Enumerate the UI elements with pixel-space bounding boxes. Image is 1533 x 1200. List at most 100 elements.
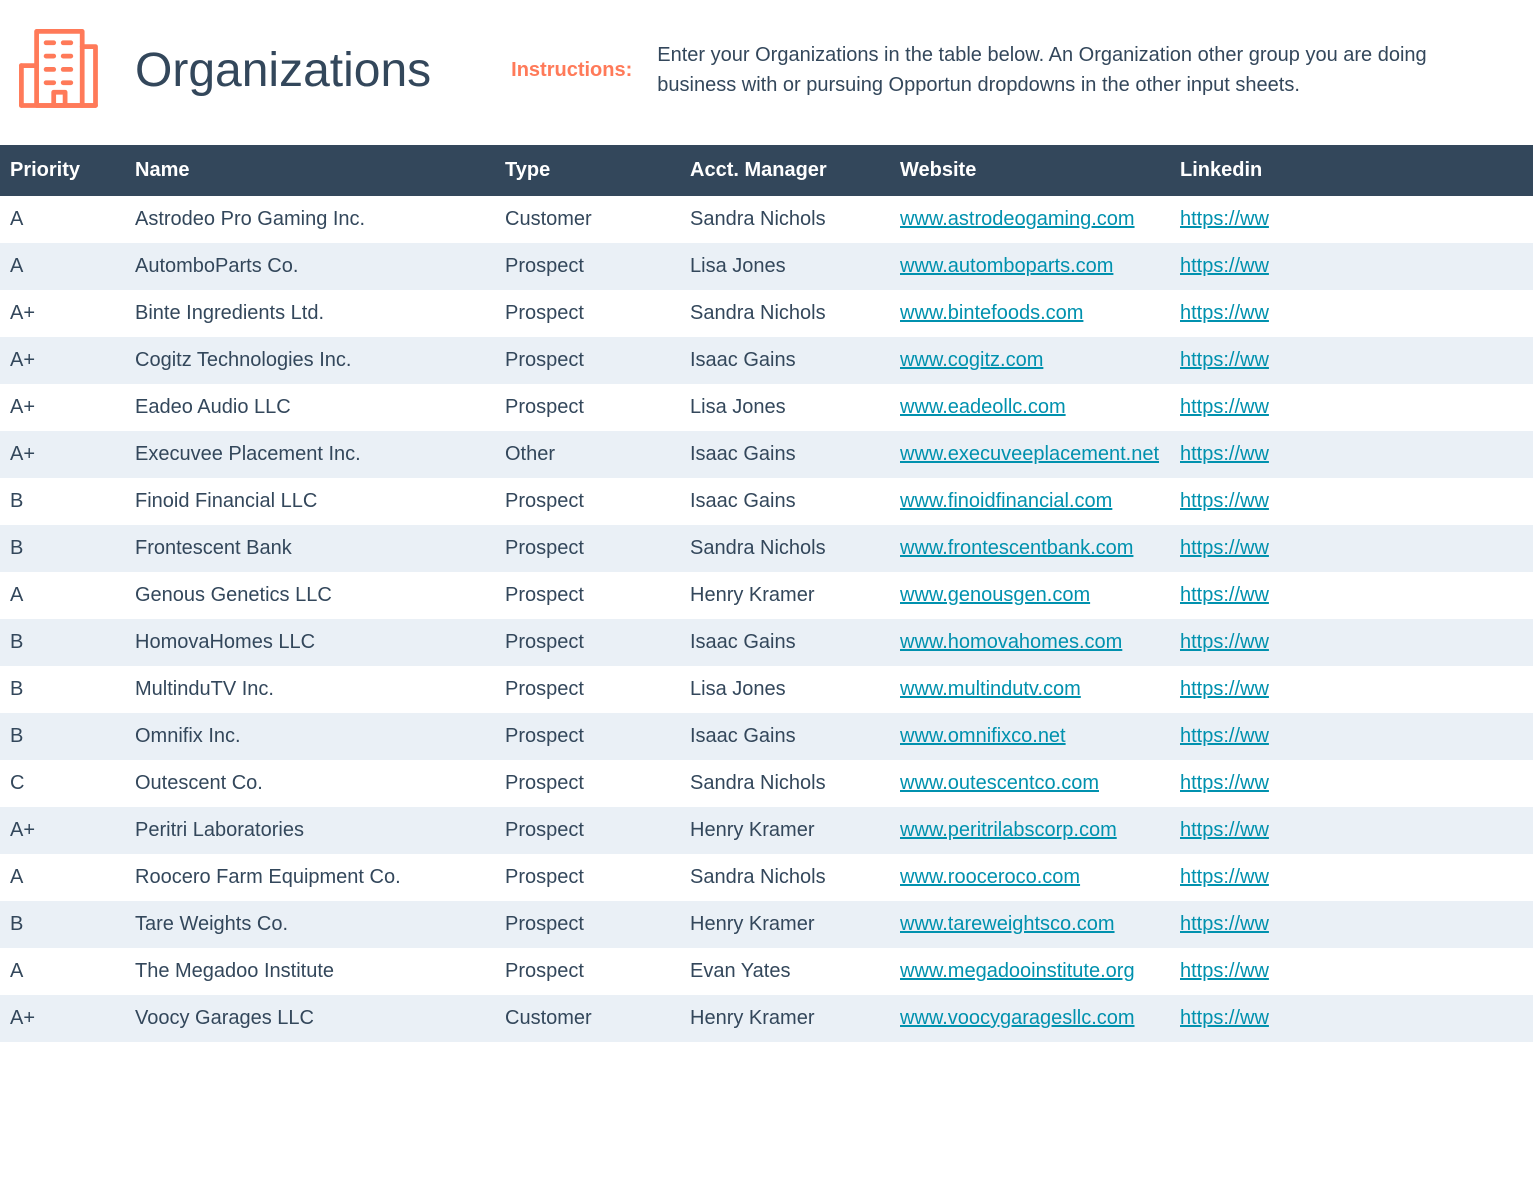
cell-website-link[interactable]: www.genousgen.com — [900, 584, 1090, 606]
cell-linkedin[interactable]: https://ww — [1170, 243, 1533, 290]
cell-linkedin-link[interactable]: https://ww — [1180, 302, 1269, 324]
col-header-linkedin[interactable]: Linkedin — [1170, 145, 1533, 196]
table-row[interactable]: AThe Megadoo InstituteProspectEvan Yates… — [0, 948, 1533, 995]
cell-website-link[interactable]: www.rooceroco.com — [900, 866, 1080, 888]
cell-name[interactable]: MultinduTV Inc. — [125, 666, 495, 713]
cell-priority[interactable]: A+ — [0, 431, 125, 478]
cell-type[interactable]: Prospect — [495, 243, 680, 290]
cell-name[interactable]: Finoid Financial LLC — [125, 478, 495, 525]
cell-website[interactable]: www.homovahomes.com — [890, 619, 1170, 666]
cell-website[interactable]: www.rooceroco.com — [890, 854, 1170, 901]
cell-website[interactable]: www.tareweightsco.com — [890, 901, 1170, 948]
cell-manager[interactable]: Henry Kramer — [680, 807, 890, 854]
cell-name[interactable]: AutomboParts Co. — [125, 243, 495, 290]
cell-priority[interactable]: A+ — [0, 995, 125, 1042]
cell-manager[interactable]: Henry Kramer — [680, 901, 890, 948]
cell-website-link[interactable]: www.homovahomes.com — [900, 631, 1122, 653]
cell-type[interactable]: Prospect — [495, 666, 680, 713]
cell-name[interactable]: Tare Weights Co. — [125, 901, 495, 948]
cell-type[interactable]: Prospect — [495, 760, 680, 807]
cell-manager[interactable]: Henry Kramer — [680, 995, 890, 1042]
cell-linkedin[interactable]: https://ww — [1170, 572, 1533, 619]
cell-linkedin-link[interactable]: https://ww — [1180, 960, 1269, 982]
cell-name[interactable]: Roocero Farm Equipment Co. — [125, 854, 495, 901]
cell-website[interactable]: www.automboparts.com — [890, 243, 1170, 290]
table-row[interactable]: BHomovaHomes LLCProspectIsaac Gainswww.h… — [0, 619, 1533, 666]
cell-type[interactable]: Prospect — [495, 384, 680, 431]
cell-linkedin[interactable]: https://ww — [1170, 478, 1533, 525]
cell-priority[interactable]: A+ — [0, 384, 125, 431]
cell-manager[interactable]: Isaac Gains — [680, 337, 890, 384]
cell-type[interactable]: Customer — [495, 196, 680, 243]
cell-name[interactable]: Outescent Co. — [125, 760, 495, 807]
cell-website-link[interactable]: www.frontescentbank.com — [900, 537, 1133, 559]
cell-website-link[interactable]: www.finoidfinancial.com — [900, 490, 1112, 512]
cell-manager[interactable]: Lisa Jones — [680, 384, 890, 431]
cell-type[interactable]: Prospect — [495, 854, 680, 901]
cell-website-link[interactable]: www.astrodeogaming.com — [900, 208, 1135, 230]
cell-name[interactable]: HomovaHomes LLC — [125, 619, 495, 666]
cell-linkedin-link[interactable]: https://ww — [1180, 1007, 1269, 1029]
cell-linkedin-link[interactable]: https://ww — [1180, 819, 1269, 841]
cell-type[interactable]: Prospect — [495, 619, 680, 666]
cell-linkedin[interactable]: https://ww — [1170, 948, 1533, 995]
cell-manager[interactable]: Lisa Jones — [680, 243, 890, 290]
cell-name[interactable]: Voocy Garages LLC — [125, 995, 495, 1042]
cell-linkedin[interactable]: https://ww — [1170, 619, 1533, 666]
cell-type[interactable]: Prospect — [495, 290, 680, 337]
cell-linkedin[interactable]: https://ww — [1170, 525, 1533, 572]
cell-website-link[interactable]: www.eadeollc.com — [900, 396, 1066, 418]
cell-website[interactable]: www.bintefoods.com — [890, 290, 1170, 337]
cell-website-link[interactable]: www.tareweightsco.com — [900, 913, 1115, 935]
cell-priority[interactable]: B — [0, 619, 125, 666]
cell-name[interactable]: Cogitz Technologies Inc. — [125, 337, 495, 384]
cell-linkedin-link[interactable]: https://ww — [1180, 396, 1269, 418]
cell-type[interactable]: Prospect — [495, 713, 680, 760]
cell-name[interactable]: Genous Genetics LLC — [125, 572, 495, 619]
cell-website-link[interactable]: www.omnifixco.net — [900, 725, 1066, 747]
cell-type[interactable]: Prospect — [495, 807, 680, 854]
table-row[interactable]: A+Binte Ingredients Ltd.ProspectSandra N… — [0, 290, 1533, 337]
cell-name[interactable]: Omnifix Inc. — [125, 713, 495, 760]
cell-manager[interactable]: Sandra Nichols — [680, 525, 890, 572]
table-row[interactable]: A+Voocy Garages LLCCustomerHenry Kramerw… — [0, 995, 1533, 1042]
cell-linkedin-link[interactable]: https://ww — [1180, 349, 1269, 371]
cell-website-link[interactable]: www.megadooinstitute.org — [900, 960, 1135, 982]
cell-type[interactable]: Other — [495, 431, 680, 478]
cell-linkedin[interactable]: https://ww — [1170, 854, 1533, 901]
cell-linkedin[interactable]: https://ww — [1170, 384, 1533, 431]
cell-linkedin-link[interactable]: https://ww — [1180, 490, 1269, 512]
cell-name[interactable]: Binte Ingredients Ltd. — [125, 290, 495, 337]
cell-linkedin-link[interactable]: https://ww — [1180, 208, 1269, 230]
cell-linkedin[interactable]: https://ww — [1170, 666, 1533, 713]
cell-linkedin[interactable]: https://ww — [1170, 760, 1533, 807]
cell-linkedin[interactable]: https://ww — [1170, 713, 1533, 760]
cell-priority[interactable]: A — [0, 196, 125, 243]
cell-manager[interactable]: Sandra Nichols — [680, 290, 890, 337]
cell-priority[interactable]: B — [0, 478, 125, 525]
cell-priority[interactable]: A — [0, 854, 125, 901]
table-row[interactable]: A+Peritri LaboratoriesProspectHenry Kram… — [0, 807, 1533, 854]
col-header-priority[interactable]: Priority — [0, 145, 125, 196]
cell-website-link[interactable]: www.automboparts.com — [900, 255, 1113, 277]
cell-manager[interactable]: Sandra Nichols — [680, 196, 890, 243]
cell-type[interactable]: Prospect — [495, 948, 680, 995]
cell-linkedin-link[interactable]: https://ww — [1180, 584, 1269, 606]
col-header-manager[interactable]: Acct. Manager — [680, 145, 890, 196]
cell-priority[interactable]: A — [0, 243, 125, 290]
cell-linkedin[interactable]: https://ww — [1170, 290, 1533, 337]
table-row[interactable]: A+Execuvee Placement Inc.OtherIsaac Gain… — [0, 431, 1533, 478]
cell-linkedin[interactable]: https://ww — [1170, 431, 1533, 478]
cell-linkedin-link[interactable]: https://ww — [1180, 255, 1269, 277]
cell-priority[interactable]: B — [0, 713, 125, 760]
table-row[interactable]: BMultinduTV Inc.ProspectLisa Joneswww.mu… — [0, 666, 1533, 713]
cell-manager[interactable]: Lisa Jones — [680, 666, 890, 713]
cell-priority[interactable]: A+ — [0, 807, 125, 854]
cell-website[interactable]: www.multindutv.com — [890, 666, 1170, 713]
cell-priority[interactable]: B — [0, 525, 125, 572]
table-row[interactable]: BFinoid Financial LLCProspectIsaac Gains… — [0, 478, 1533, 525]
cell-manager[interactable]: Isaac Gains — [680, 478, 890, 525]
cell-website-link[interactable]: www.outescentco.com — [900, 772, 1099, 794]
cell-type[interactable]: Customer — [495, 995, 680, 1042]
cell-linkedin-link[interactable]: https://ww — [1180, 866, 1269, 888]
